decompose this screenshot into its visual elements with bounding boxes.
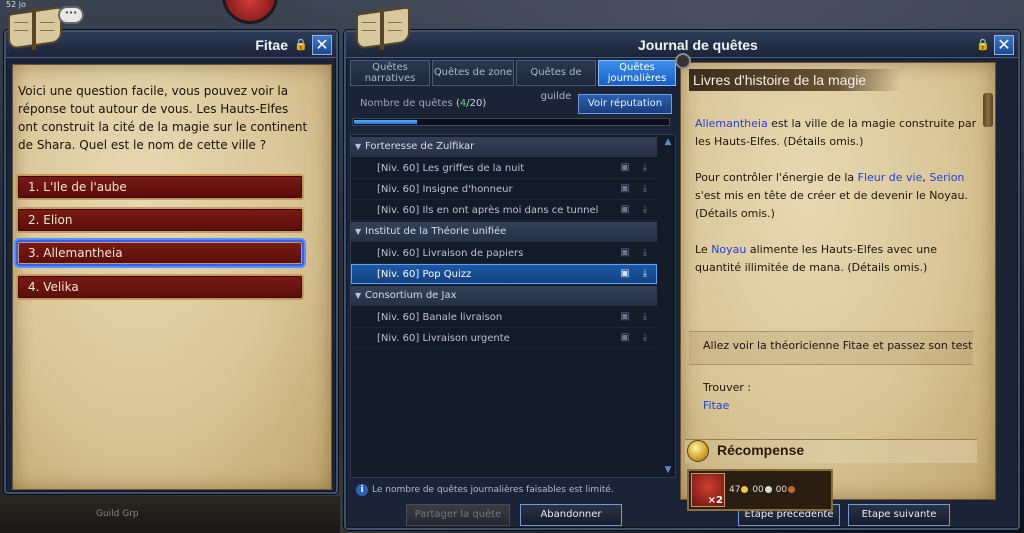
track-quest-icon[interactable]: ⤓ (639, 247, 651, 259)
reward-box: ×2 47 00 00 (687, 469, 833, 511)
quest-progress-bar (352, 118, 670, 126)
answer-option[interactable]: 2. Elion (16, 207, 304, 233)
info-icon: i (356, 484, 368, 496)
share-quest-icon[interactable]: ▣ (619, 162, 631, 174)
share-quest-icon[interactable]: ▣ (619, 247, 631, 259)
background-chat-area (0, 496, 340, 533)
pin-icon (675, 53, 691, 69)
answer-option-selected[interactable]: 3. Allemantheia (16, 240, 304, 266)
window-title: Journal de quêtes (638, 37, 758, 53)
answer-option[interactable]: 4. Velika (16, 274, 304, 300)
share-quest-icon[interactable]: ▣ (619, 311, 631, 323)
track-quest-icon[interactable]: ⤓ (639, 332, 651, 344)
quest-row[interactable]: [Niv. 60] Insigne d'honneur ▣ ⤓ (351, 179, 657, 200)
coin-icon (687, 440, 709, 462)
quest-group-header[interactable]: ▼ Forteresse de Zulfikar (351, 137, 657, 157)
lock-icon[interactable]: 🔒 (294, 38, 308, 52)
tab-zone[interactable]: Quêtes de zone (432, 60, 514, 86)
view-reputation-button[interactable]: Voir réputation (578, 94, 672, 114)
quest-group-header[interactable]: ▼ Institut de la Théorie unifiée (351, 222, 657, 242)
chat-bubble-icon: ··· (58, 6, 84, 24)
share-quest-icon[interactable]: ▣ (619, 268, 631, 280)
detail-paragraph: Pour contrôler l'énergie de la Fleur de … (695, 171, 968, 220)
quest-group-header[interactable]: ▼ Consortium de Jax (351, 286, 657, 306)
scroll-down-icon[interactable]: ▼ (663, 465, 673, 475)
quest-row-selected[interactable]: [Niv. 60] Pop Quizz ▣ ⤓ (351, 264, 657, 285)
quest-count-row: Nombre de quêtes (4/20) Voir réputation (350, 90, 676, 120)
collapse-arrow-icon: ▼ (355, 142, 362, 151)
detail-paragraph: Le Noyau alimente les Hauts-Elfes avec u… (695, 243, 937, 274)
daily-limit-note: i Le nombre de quêtes journalières faisa… (350, 480, 676, 500)
answer-option[interactable]: 1. L'Ile de l'aube (16, 174, 304, 200)
silver-coin-icon (764, 486, 772, 493)
reward-label: Récompense (717, 442, 805, 458)
share-quest-icon[interactable]: ▣ (619, 204, 631, 216)
quest-row[interactable]: [Niv. 60] Les griffes de la nuit ▣ ⤓ (351, 158, 657, 179)
quest-list-scrollbar[interactable]: ▲ ▼ (663, 137, 673, 475)
abandon-button[interactable]: Abandonner (520, 504, 622, 526)
bronze-coin-icon (788, 486, 796, 493)
next-step-button[interactable]: Etape suivante (848, 504, 950, 526)
gold-coin-icon (741, 486, 749, 493)
find-npc-link[interactable]: Fitae (703, 399, 729, 412)
reward-money: 47 00 00 (729, 485, 796, 495)
question-text: Voici une question facile, vous pouvez v… (18, 84, 308, 152)
track-quest-icon[interactable]: ⤓ (639, 204, 651, 216)
track-quest-icon[interactable]: ⤓ (639, 268, 651, 280)
quest-progress-fill (354, 120, 418, 124)
collapse-arrow-icon: ▼ (355, 227, 362, 236)
quest-count-value: (4/20) (456, 98, 487, 109)
dialog-title: Fitae (255, 37, 288, 53)
tab-guild[interactable]: Quêtes de guilde (516, 60, 596, 102)
track-quest-icon[interactable]: ⤓ (639, 162, 651, 174)
quest-row[interactable]: [Niv. 60] Ils en ont après moi dans ce t… (351, 200, 657, 221)
detail-scrollbar[interactable] (983, 93, 993, 493)
quest-count-label: Nombre de quêtes (360, 98, 453, 109)
share-quest-button[interactable]: Partager la quête (406, 504, 510, 526)
tab-narratives[interactable]: Quêtes narratives (350, 60, 430, 86)
collapse-arrow-icon: ▼ (355, 291, 362, 300)
quest-journal-window: Journal de quêtes 🔒 ✕ Quêtes narratives … (344, 30, 1020, 530)
close-button[interactable]: ✕ (312, 35, 332, 55)
background-chat-text: Guild Grp (96, 509, 139, 519)
track-quest-icon[interactable]: ⤓ (639, 183, 651, 195)
reward-quantity: ×2 (707, 495, 723, 506)
quest-detail-title: Livres d'histoire de la magie (689, 69, 901, 91)
detail-paragraph: Allemantheia est la ville de la magie co… (695, 117, 977, 148)
quest-tabs: Quêtes narratives Quêtes de zone Quêtes … (350, 60, 676, 102)
quest-row[interactable]: [Niv. 60] Livraison urgente ▣ ⤓ (351, 328, 657, 349)
reward-item-icon[interactable]: ×2 (691, 473, 725, 507)
share-quest-icon[interactable]: ▣ (619, 332, 631, 344)
quest-row[interactable]: [Niv. 60] Banale livraison ▣ ⤓ (351, 307, 657, 328)
close-button[interactable]: ✕ (994, 35, 1014, 55)
find-label: Trouver : (703, 381, 752, 394)
quest-row[interactable]: [Niv. 60] Livraison de papiers ▣ ⤓ (351, 243, 657, 264)
track-quest-icon[interactable]: ⤓ (639, 311, 651, 323)
reward-header: Récompense (685, 439, 977, 463)
scroll-up-icon[interactable]: ▲ (663, 137, 673, 147)
book-quill-icon (352, 2, 416, 54)
quest-list: ▼ Forteresse de Zulfikar [Niv. 60] Les g… (350, 134, 676, 478)
quest-detail-panel: Livres d'histoire de la magie Allemanthe… (675, 53, 996, 511)
lock-icon[interactable]: 🔒 (976, 38, 990, 52)
share-quest-icon[interactable]: ▣ (619, 183, 631, 195)
detail-scroll-thumb[interactable] (983, 93, 993, 127)
tab-daily[interactable]: Quêtes journalières (598, 60, 676, 86)
quest-objective: Allez voir la théoricienne Fitae et pass… (703, 339, 973, 352)
